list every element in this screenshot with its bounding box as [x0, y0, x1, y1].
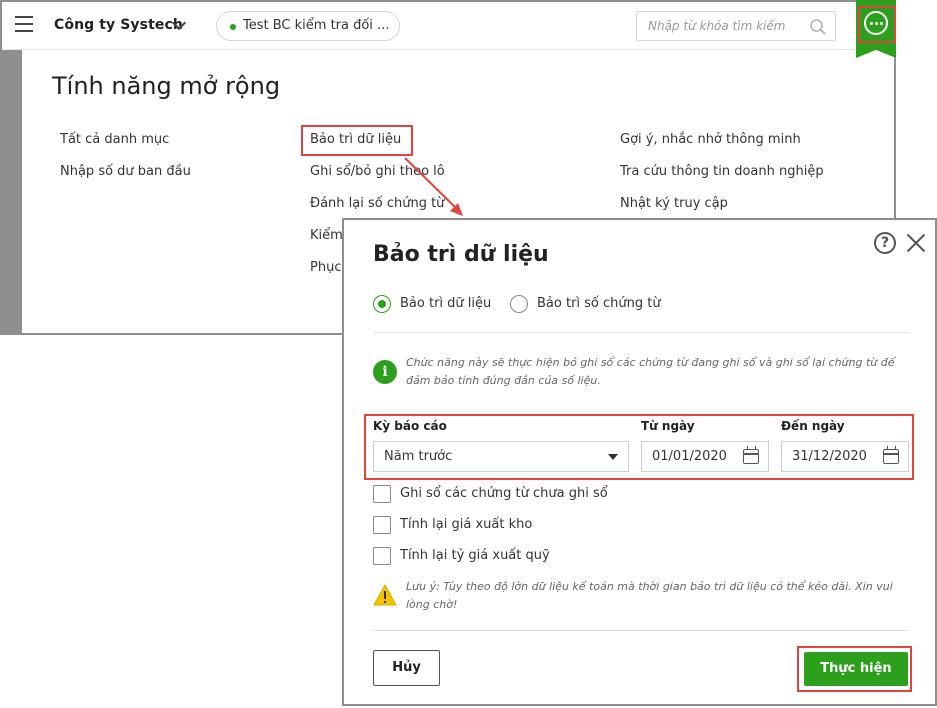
- from-date-label: Từ ngày: [641, 419, 695, 433]
- search-placeholder: Nhập từ khóa tìm kiếm: [648, 19, 786, 33]
- feature-link[interactable]: Tra cứu thông tin doanh nghiệp: [620, 164, 824, 179]
- feature-link[interactable]: Ghi sổ/bỏ ghi theo lô: [310, 164, 445, 179]
- cancel-button[interactable]: Hủy: [373, 650, 440, 686]
- side-strip: [2, 50, 22, 335]
- checkbox-label[interactable]: Ghi sổ các chứng từ chưa ghi sổ: [400, 486, 608, 501]
- period-select-value: Năm trước: [384, 449, 453, 464]
- checkbox-label[interactable]: Tính lại tỷ giá xuất quỹ: [400, 548, 550, 563]
- calendar-icon[interactable]: [883, 446, 899, 464]
- highlight-data-maintenance: [301, 125, 413, 156]
- checkbox-post-unposted[interactable]: [373, 485, 391, 503]
- checkbox-recalc-exchange-rate[interactable]: [373, 547, 391, 565]
- highlight-more-options: [858, 6, 896, 43]
- database-label: Test BC kiểm tra đối ...: [243, 18, 390, 33]
- divider: [373, 630, 909, 631]
- radio-label[interactable]: Bảo trì dữ liệu: [400, 296, 491, 311]
- feature-link[interactable]: Nhật ký truy cập: [620, 196, 728, 211]
- feature-link[interactable]: Nhập số dư ban đầu: [60, 164, 191, 179]
- menu-icon[interactable]: [15, 16, 33, 32]
- close-icon[interactable]: [905, 232, 927, 254]
- page-title: Tính năng mở rộng: [52, 72, 281, 100]
- period-select[interactable]: Năm trước: [373, 441, 629, 472]
- feature-link[interactable]: Kiểm: [310, 228, 343, 243]
- divider: [373, 332, 909, 333]
- warning-icon: [373, 584, 397, 606]
- warning-text: lòng chờ!: [406, 598, 458, 611]
- to-date-label: Đến ngày: [781, 419, 845, 433]
- to-date-field[interactable]: 31/12/2020: [781, 441, 909, 472]
- feature-link[interactable]: Tất cả danh mục: [60, 132, 169, 147]
- info-icon: i: [373, 360, 397, 384]
- feature-link[interactable]: Phục: [310, 260, 341, 275]
- dialog-title: Bảo trì dữ liệu: [373, 242, 549, 267]
- search-icon[interactable]: [809, 18, 827, 36]
- info-text: đảm bảo tính đúng đắn của số liệu.: [406, 374, 601, 387]
- from-date-value: 01/01/2020: [652, 449, 727, 464]
- info-text: Chức năng này sẽ thực hiện bỏ ghi sổ các…: [406, 356, 895, 369]
- company-name[interactable]: Công ty Systech: [54, 17, 183, 33]
- feature-link[interactable]: Đánh lại số chứng từ: [310, 196, 444, 211]
- warning-text: Lưu ý: Tùy theo độ lớn dữ liệu kế toán m…: [406, 580, 893, 593]
- feature-link[interactable]: Gợi ý, nhắc nhở thông minh: [620, 132, 801, 147]
- chevron-down-icon[interactable]: [174, 16, 184, 28]
- radio-label[interactable]: Bảo trì số chứng từ: [537, 296, 661, 311]
- database-selector[interactable]: Test BC kiểm tra đối ...: [216, 11, 400, 41]
- checkbox-recalc-inventory-cost[interactable]: [373, 516, 391, 534]
- highlight-run-button: [797, 646, 912, 692]
- caret-down-icon[interactable]: [608, 454, 618, 460]
- from-date-field[interactable]: 01/01/2020: [641, 441, 769, 472]
- search-input[interactable]: Nhập từ khóa tìm kiếm: [636, 11, 836, 41]
- calendar-icon[interactable]: [743, 446, 759, 464]
- to-date-value: 31/12/2020: [792, 449, 867, 464]
- radio-data-maintenance[interactable]: [373, 295, 391, 313]
- status-dot-icon: [230, 24, 236, 30]
- data-maintenance-dialog: Bảo trì dữ liệu ? Bảo trì dữ liệu Bảo tr…: [342, 218, 937, 706]
- radio-document-number-maintenance[interactable]: [510, 295, 528, 313]
- help-icon[interactable]: ?: [874, 232, 896, 254]
- period-label: Kỳ báo cáo: [373, 419, 447, 433]
- checkbox-label[interactable]: Tính lại giá xuất kho: [400, 517, 532, 532]
- top-bar: Công ty Systech Test BC kiểm tra đối ...…: [2, 2, 894, 50]
